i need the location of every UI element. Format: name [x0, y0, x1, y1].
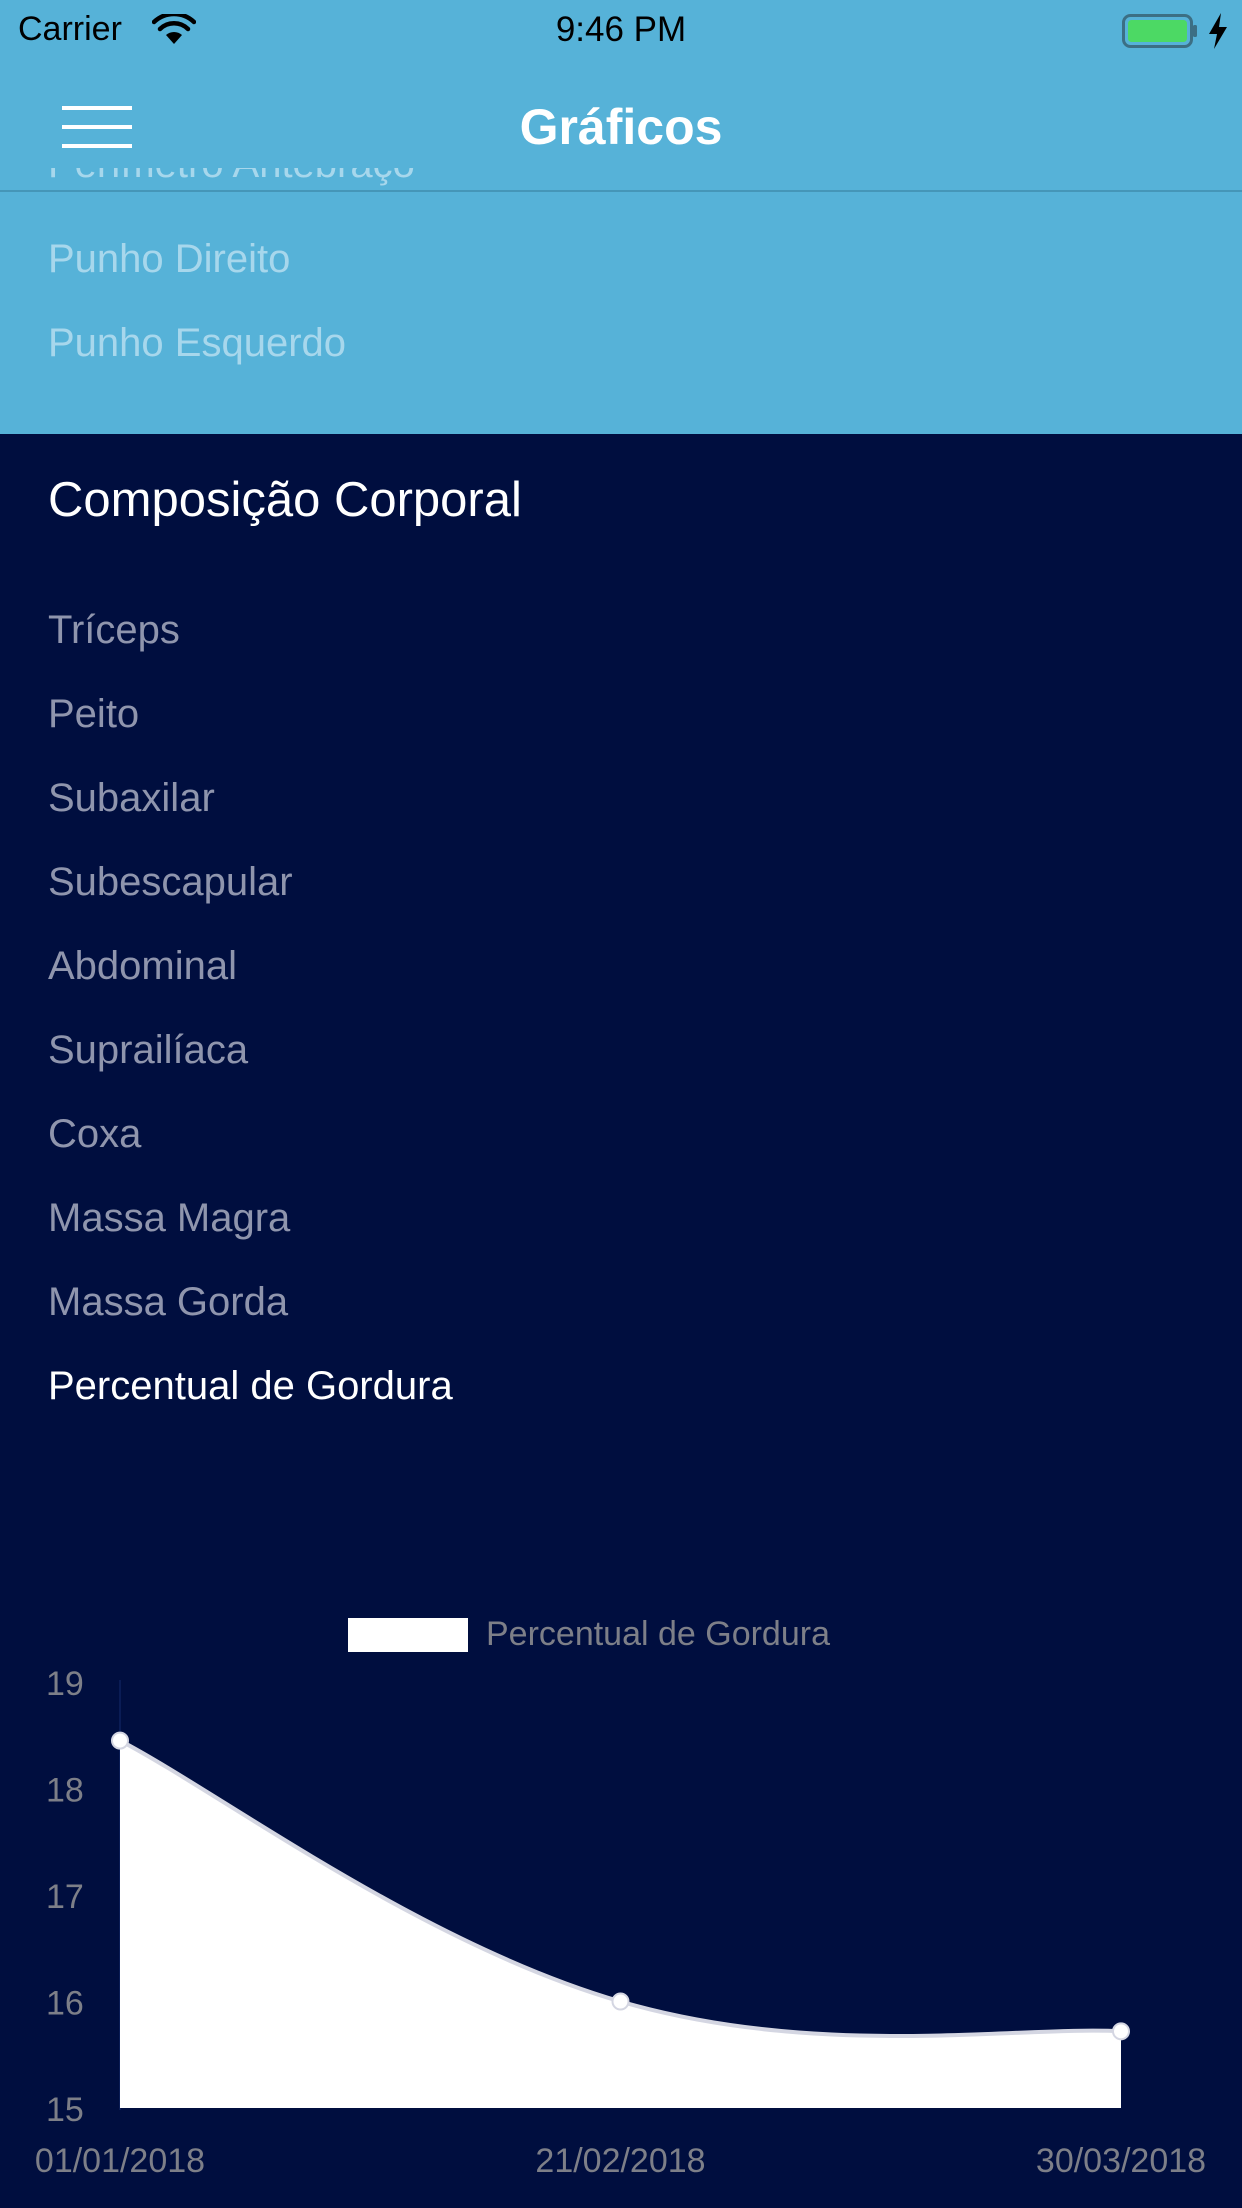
y-tick-label: 16: [46, 1985, 84, 2023]
section-title-composicao-corporal: Composição Corporal: [48, 473, 522, 527]
list-item-label: Perímetro Antebraço: [48, 168, 415, 187]
area-fill: [120, 1740, 1121, 2108]
list-item-abdominal[interactable]: Abdominal: [48, 944, 237, 989]
charging-icon: [1209, 13, 1227, 49]
data-point: [111, 1731, 129, 1750]
y-tick-label: 15: [46, 2091, 84, 2129]
y-tick-label: 17: [46, 1878, 84, 1916]
list-item-clipped[interactable]: Perímetro Antebraço: [48, 168, 548, 192]
data-point: [1112, 2022, 1130, 2041]
x-tick-label: 30/03/2018: [1036, 2142, 1206, 2180]
list-item-percentual-de-gordura[interactable]: Percentual de Gordura: [48, 1364, 453, 1409]
list-item-peito[interactable]: Peito: [48, 692, 139, 737]
list-item-suprailiaca[interactable]: Suprailíaca: [48, 1028, 248, 1073]
x-tick-label: 01/01/2018: [35, 2142, 205, 2180]
data-point: [611, 1992, 630, 2011]
fat-percentage-chart: Percentual de Gordura 15 16 17 18 19 01/01/2…: [35, 1615, 1206, 2180]
list-item-massa-gorda[interactable]: Massa Gorda: [48, 1280, 288, 1325]
legend-label: Percentual de Gordura: [486, 1615, 830, 1653]
top-panel: Carrier 9:46 PM Gráficos Perímetro Anteb…: [0, 0, 1242, 434]
list-item-massa-magra[interactable]: Massa Magra: [48, 1196, 290, 1241]
page-title: Gráficos: [519, 99, 723, 155]
list-item-punho-esquerdo[interactable]: Punho Esquerdo: [48, 321, 346, 366]
legend-swatch: [348, 1618, 468, 1652]
y-tick-label: 18: [46, 1772, 84, 1810]
clock: 9:46 PM: [555, 10, 687, 49]
list-item-punho-direito[interactable]: Punho Direito: [48, 237, 290, 282]
y-tick-label: 19: [46, 1665, 84, 1703]
list-item-triceps[interactable]: Tríceps: [48, 608, 180, 653]
list-item-subescapular[interactable]: Subescapular: [48, 860, 293, 905]
status-bar: Carrier 9:46 PM: [0, 0, 1242, 62]
x-tick-label: 21/02/2018: [535, 2142, 705, 2180]
list-item-coxa[interactable]: Coxa: [48, 1112, 141, 1157]
list-item-subaxilar[interactable]: Subaxilar: [48, 776, 215, 821]
battery-icon: [1122, 14, 1197, 48]
